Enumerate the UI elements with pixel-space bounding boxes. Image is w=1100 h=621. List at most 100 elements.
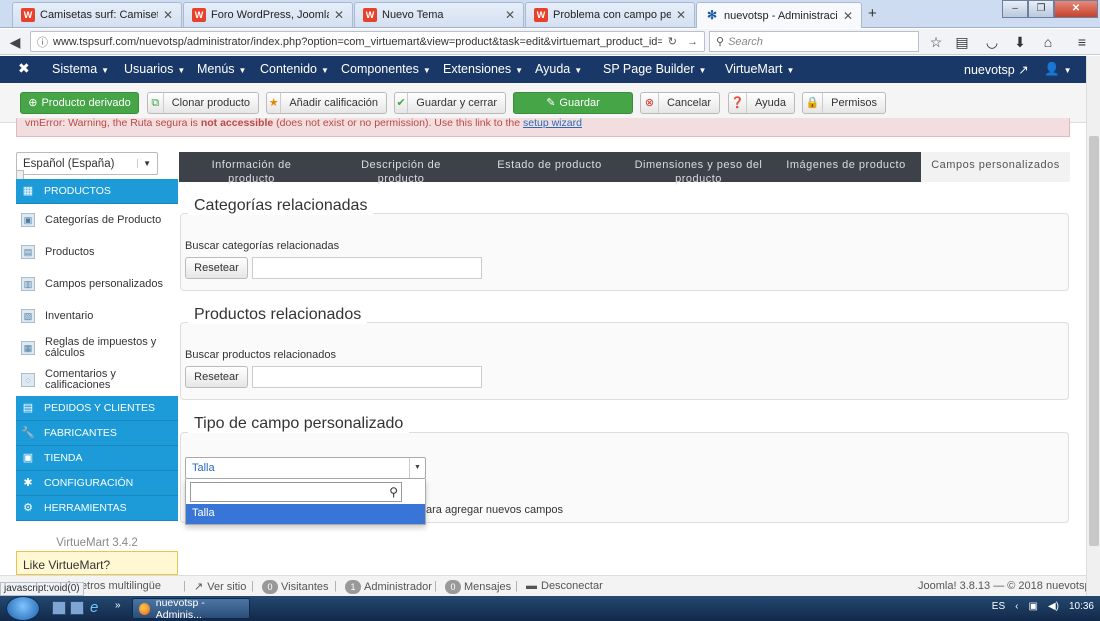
network-icon[interactable]: ▣ — [1028, 601, 1037, 612]
tab-product-status[interactable]: Estado de producto — [497, 158, 602, 172]
volume-icon[interactable]: ◀) — [1048, 601, 1059, 612]
menu-icon[interactable]: ≡ — [1072, 32, 1092, 52]
new-tab-button[interactable]: + — [868, 5, 877, 22]
search-input[interactable]: ⚲ Search — [709, 31, 919, 52]
add-rating-button[interactable]: ★ Añadir calificación — [266, 92, 387, 114]
browser-tab[interactable]: W Nuevo Tema ✕ — [354, 2, 524, 27]
view-site-link[interactable]: ↗ Ver sitio — [194, 580, 246, 594]
messages-badge: 0 — [445, 580, 461, 594]
minimize-button[interactable]: – — [1002, 0, 1028, 18]
sidebar-section-manufacturers[interactable]: 🔧 FABRICANTES — [16, 421, 178, 446]
related-products-input[interactable] — [252, 366, 482, 388]
tab-label: Camisetas surf: Camiseta C... — [40, 9, 158, 21]
sidebar-section-products[interactable]: ▦ PRODUCTOS — [16, 179, 178, 204]
close-icon[interactable]: ✕ — [334, 8, 344, 22]
menu-componentes[interactable]: Componentes ▼ — [341, 62, 431, 76]
admin-status-bar: rámetros multilingüe | ↗ Ver sitio | 0 Vis… — [0, 575, 1091, 596]
tab-dimensions-weight[interactable]: Dimensiones y peso del producto — [631, 158, 766, 186]
related-categories-input[interactable] — [252, 257, 482, 279]
tab-product-description[interactable]: Descripción de producto — [336, 158, 466, 186]
forward-arrow-icon[interactable]: → — [687, 36, 698, 48]
windows-taskbar: e » nuevotsp - Adminis... ES ‹ ▣ ◀) 10:3… — [0, 596, 1100, 621]
scrollbar-thumb[interactable] — [1089, 136, 1099, 546]
reset-products-button[interactable]: Resetear — [185, 366, 248, 388]
sidebar-item-products[interactable]: ▤ Productos — [16, 236, 178, 268]
bookmarks-library-icon[interactable]: ▤ — [952, 32, 972, 52]
link-status-tooltip: javascript:void(0) — [0, 582, 84, 596]
dropdown-search-input[interactable]: ⚲ — [190, 482, 402, 502]
page-scrollbar[interactable] — [1086, 56, 1100, 596]
related-categories-panel — [180, 213, 1069, 291]
messages-status[interactable]: 0 Mensajes — [445, 580, 511, 594]
taskbar-firefox-app[interactable]: nuevotsp - Adminis... — [132, 597, 250, 621]
derived-product-button[interactable]: ⊕ Producto derivado — [20, 92, 139, 114]
internet-explorer-icon[interactable]: e — [90, 599, 98, 616]
window-close-button[interactable]: ✕ — [1054, 0, 1098, 18]
explorer-icon[interactable] — [70, 601, 84, 615]
tab-product-info[interactable]: Información de producto — [189, 158, 314, 186]
sidebar-section-config[interactable]: ✱ CONFIGURACIÓN — [16, 471, 178, 496]
menu-sp-page-builder[interactable]: SP Page Builder ▼ — [603, 62, 706, 76]
custom-field-type-select[interactable]: Talla ▼ — [185, 457, 426, 479]
menu-usuarios[interactable]: Usuarios ▼ — [124, 62, 185, 76]
download-icon[interactable]: ⬇ — [1010, 32, 1030, 52]
visitors-status[interactable]: 0 Visitantes — [262, 580, 329, 594]
language-select[interactable]: Español (España) ▼ — [16, 152, 158, 175]
browser-tab[interactable]: W Camisetas surf: Camiseta C... ✕ — [12, 2, 182, 27]
menu-virtuemart[interactable]: VirtueMart ▼ — [725, 62, 794, 76]
tab-product-images[interactable]: Imágenes de producto — [786, 158, 906, 172]
close-icon[interactable]: ✕ — [676, 8, 686, 22]
language-indicator[interactable]: ES — [992, 601, 1005, 612]
info-icon[interactable]: ⓘ — [37, 34, 48, 50]
home-icon[interactable]: ⌂ — [1038, 32, 1058, 52]
bookmark-star-icon[interactable]: ☆ — [926, 32, 946, 52]
sidebar-section-shop[interactable]: ▣ TIENDA — [16, 446, 178, 471]
sidebar-item-reviews[interactable]: ◌ Comentarios y calificaciones — [16, 364, 178, 396]
site-user-link[interactable]: nuevotsp ↗ — [964, 62, 1029, 77]
sidebar-item-categories[interactable]: ▣ Categorías de Producto — [16, 204, 178, 236]
menu-contenido[interactable]: Contenido ▼ — [260, 62, 329, 76]
cancel-button[interactable]: ⊗ Cancelar — [640, 92, 720, 114]
start-button[interactable] — [6, 596, 40, 621]
sidebar-section-orders[interactable]: ▤ PEDIDOS Y CLIENTES — [16, 396, 178, 421]
save-button[interactable]: ✎ Guardar — [513, 92, 633, 114]
tab-custom-fields[interactable]: Campos personalizados — [921, 152, 1070, 182]
reload-icon[interactable]: ↻ — [668, 35, 677, 48]
url-bar[interactable]: ⓘ www.tspsurf.com/nuevotsp/administrator… — [30, 31, 705, 52]
setup-wizard-link[interactable]: setup wizard — [523, 118, 582, 129]
menu-extensiones[interactable]: Extensiones ▼ — [443, 62, 523, 76]
menu-ayuda[interactable]: Ayuda ▼ — [535, 62, 582, 76]
close-icon[interactable]: ✕ — [163, 8, 173, 22]
admin-status[interactable]: 1 Administrador — [345, 580, 432, 594]
sidebar-item-tax-rules[interactable]: ▦ Reglas de impuestos y cálculos — [16, 332, 178, 364]
dropdown-option[interactable]: Talla — [186, 504, 425, 524]
user-menu-icon[interactable]: 👤 ▼ — [1044, 62, 1072, 77]
menu-sistema[interactable]: Sistema ▼ — [52, 62, 109, 76]
section-title: Tipo de campo personalizado — [188, 415, 410, 433]
tray-arrow-icon[interactable]: ‹ — [1015, 601, 1018, 612]
like-virtuemart-box[interactable]: Like VirtueMart? — [16, 551, 178, 575]
close-icon[interactable]: ✕ — [505, 8, 515, 22]
pocket-icon[interactable]: ◡ — [982, 32, 1002, 52]
sidebar-section-tools[interactable]: ⚙ HERRAMIENTAS — [16, 496, 178, 521]
browser-tab[interactable]: W Foro WordPress, Joomla y ... ✕ — [183, 2, 353, 27]
reset-categories-button[interactable]: Resetear — [185, 257, 248, 279]
browser-tab[interactable]: W Problema con campo pers... ✕ — [525, 2, 695, 27]
close-icon[interactable]: ✕ — [843, 9, 853, 23]
more-chevron-icon[interactable]: » — [115, 600, 121, 611]
clone-product-button[interactable]: ⧉ Clonar producto — [147, 92, 259, 114]
back-arrow-icon[interactable]: ◀ — [4, 32, 26, 52]
help-button[interactable]: ❓ Ayuda — [728, 92, 795, 114]
permissions-button[interactable]: 🔒 Permisos — [802, 92, 886, 114]
action-toolbar: ⊕ Producto derivado ⧉ Clonar producto ★ … — [0, 83, 1086, 123]
maximize-button[interactable]: ❐ — [1028, 0, 1054, 18]
clock[interactable]: 10:36 — [1069, 601, 1094, 612]
save-close-button[interactable]: ✔ Guardar y cerrar — [394, 92, 506, 114]
show-desktop-icon[interactable] — [52, 601, 66, 615]
sidebar-item-inventory[interactable]: ▧ Inventario — [16, 300, 178, 332]
sidebar-item-custom-fields[interactable]: ▥ Campos personalizados — [16, 268, 178, 300]
joomla-logo-icon[interactable]: ✖ — [18, 60, 30, 77]
logout-link[interactable]: ▬ Desconectar — [526, 580, 603, 592]
menu-menus[interactable]: Menús ▼ — [197, 62, 246, 76]
browser-tab-active[interactable]: ✻ nuevotsp - Administración... ✕ — [696, 2, 862, 28]
